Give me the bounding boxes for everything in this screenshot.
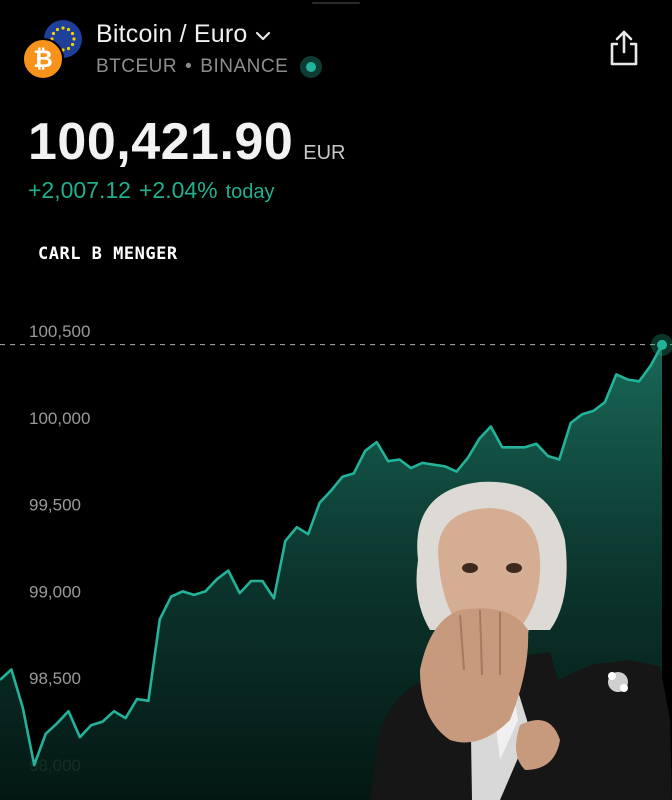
eu-star	[70, 31, 75, 36]
y-tick-label: 99,000	[29, 582, 81, 601]
eu-star	[66, 46, 71, 51]
y-tick-label: 98,500	[29, 669, 81, 688]
pair-title: Bitcoin / Euro	[96, 20, 248, 48]
y-tick-label: 100,000	[29, 409, 90, 428]
live-status-icon	[300, 56, 323, 78]
exchange: BINANCE	[200, 56, 289, 77]
currency: EUR	[303, 142, 346, 164]
y-tick-label: 99,500	[29, 496, 81, 515]
chevron-down-icon	[256, 31, 271, 40]
y-tick-label: 100,500	[29, 322, 90, 341]
change-row: +2,007.12 +2.04% today	[28, 177, 275, 204]
person-photo	[370, 481, 672, 800]
header: ₿ Bitcoin / Euro BTCEUR • BINANCE	[0, 0, 672, 100]
watermark: CARL B MENGER	[38, 244, 178, 264]
eu-star	[61, 26, 65, 30]
symbol: BTCEUR	[96, 56, 178, 77]
share-icon[interactable]	[606, 28, 642, 68]
change-absolute: +2,007.12	[28, 177, 131, 203]
pair-selector[interactable]: Bitcoin / Euro	[96, 20, 271, 49]
price: 100,421.90	[28, 113, 294, 171]
eu-star	[66, 27, 71, 32]
eu-star	[70, 42, 75, 47]
change-percent: +2.04%	[138, 177, 218, 203]
last-price-marker	[657, 339, 667, 350]
eu-star	[72, 37, 76, 41]
bitcoin-icon: ₿	[22, 38, 64, 80]
eu-star	[51, 31, 56, 36]
pair-icons: ₿	[22, 18, 86, 80]
separator: •	[185, 56, 193, 77]
eu-star	[55, 27, 60, 32]
price-row: 100,421.90 EUR	[28, 112, 346, 172]
symbol-row: BTCEUR • BINANCE	[96, 56, 323, 78]
change-period: today	[225, 181, 275, 203]
